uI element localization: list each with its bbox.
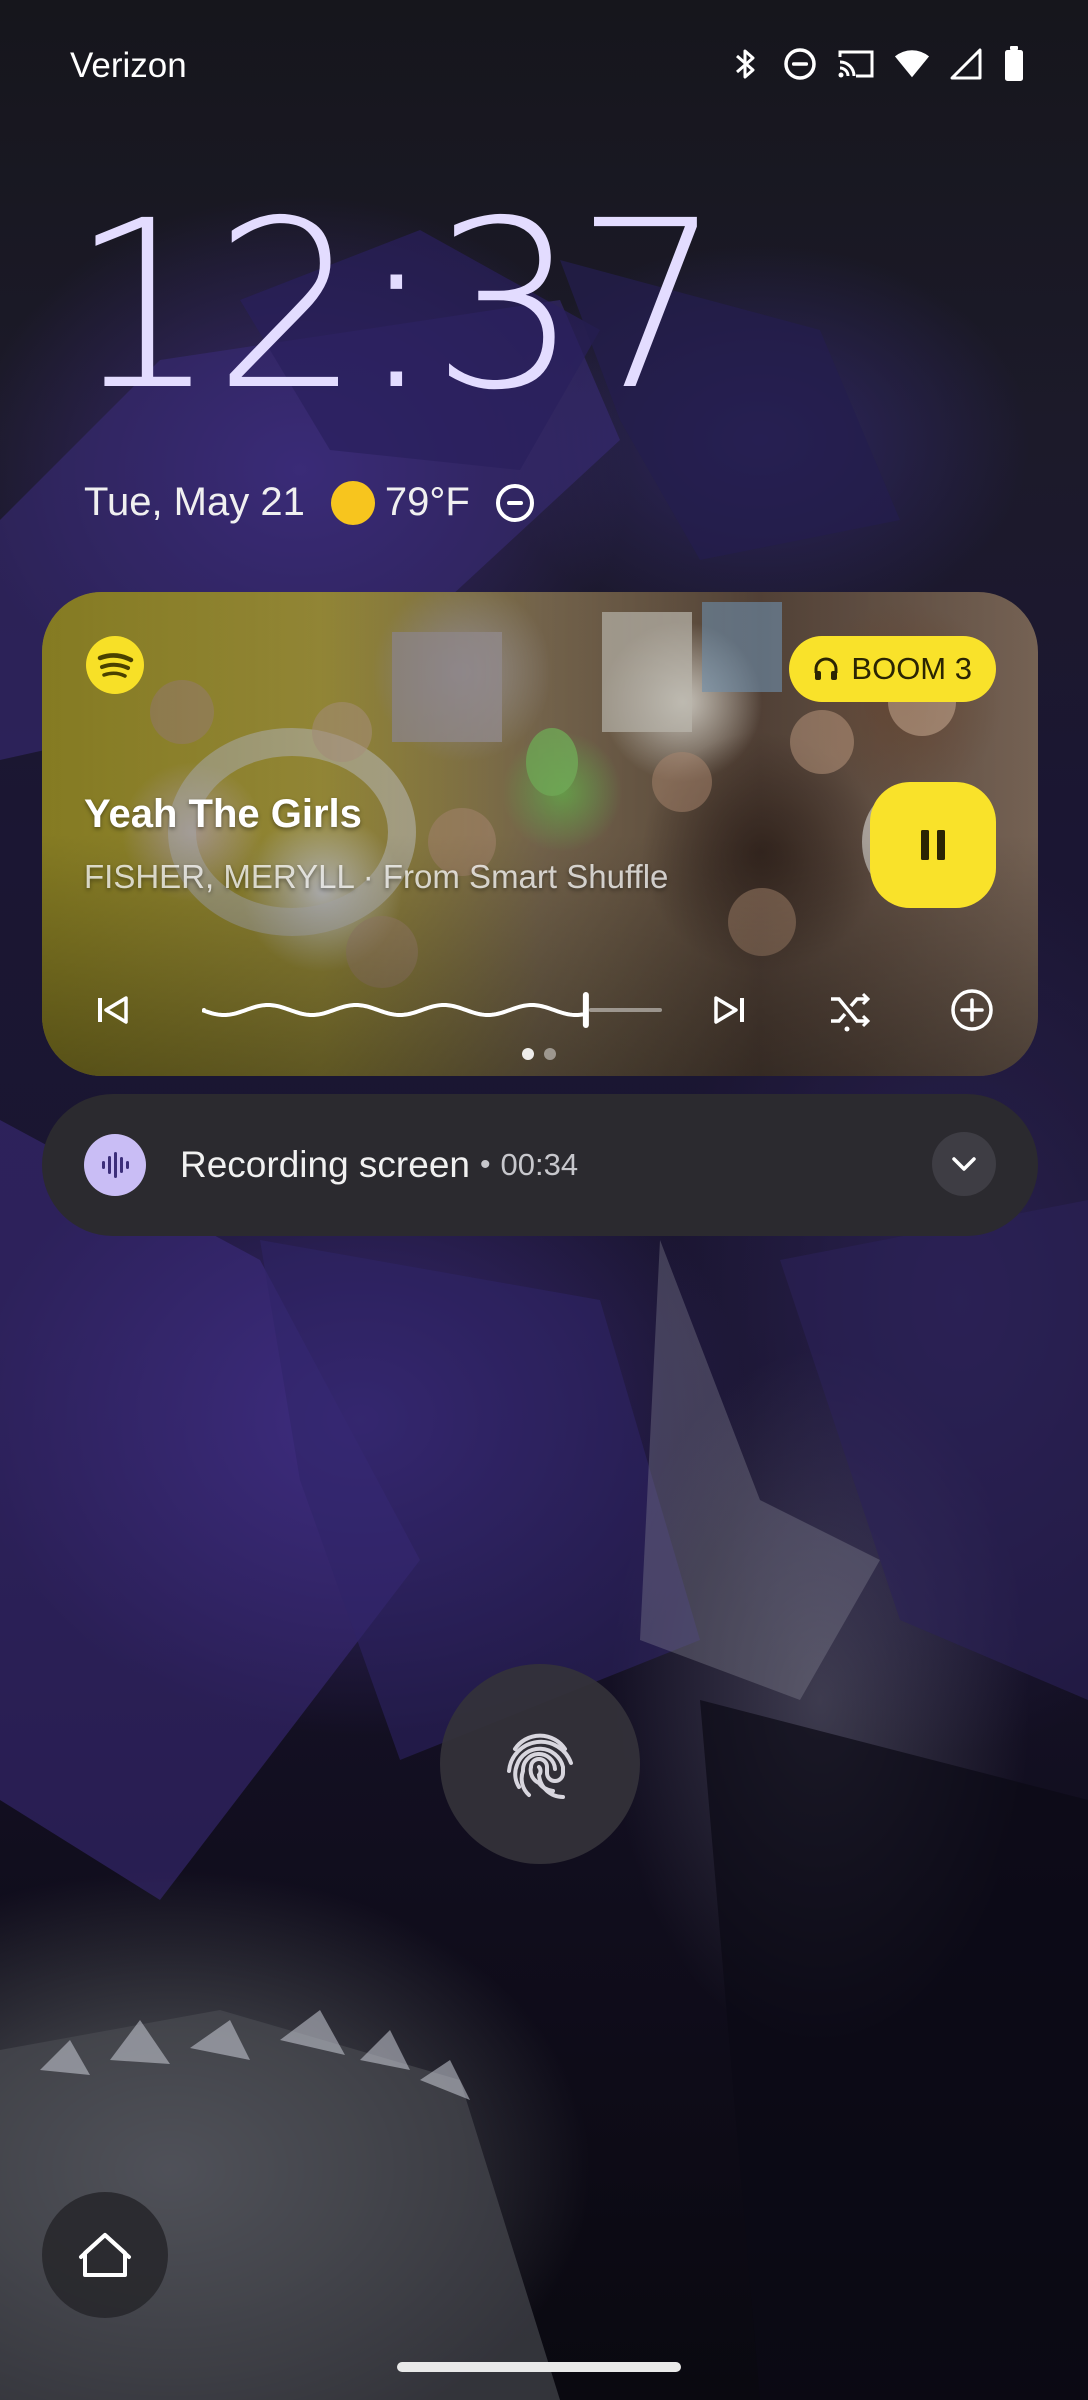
date-text: Tue, May 21 bbox=[84, 480, 305, 524]
skip-next-icon bbox=[714, 996, 744, 1024]
previous-track-button[interactable] bbox=[84, 982, 140, 1038]
sun-icon bbox=[330, 480, 375, 525]
battery-icon bbox=[1002, 46, 1026, 82]
add-to-playlist-button[interactable] bbox=[944, 982, 1000, 1038]
fingerprint-sensor[interactable] bbox=[440, 1664, 640, 1864]
temperature-text: 79°F bbox=[384, 480, 470, 524]
skip-previous-icon bbox=[98, 996, 128, 1024]
pause-button[interactable] bbox=[870, 782, 996, 908]
status-icons bbox=[728, 46, 1026, 82]
wifi-icon bbox=[894, 46, 930, 82]
track-artist: FISHER, MERYLL · From Smart Shuffle bbox=[84, 858, 669, 895]
page-dot bbox=[544, 1048, 556, 1060]
chevron-down-icon bbox=[952, 1157, 976, 1171]
output-device-chip[interactable]: BOOM 3 bbox=[789, 636, 996, 702]
sound-wave-icon bbox=[84, 1134, 146, 1196]
do-not-disturb-icon bbox=[782, 46, 818, 82]
do-not-disturb-icon bbox=[495, 483, 534, 522]
screen-recording-notification[interactable]: Recording screen • 00:34 bbox=[42, 1094, 1038, 1236]
headphones-icon bbox=[813, 656, 839, 682]
track-title: Yeah The Girls bbox=[84, 792, 362, 836]
next-track-button[interactable] bbox=[702, 982, 758, 1038]
notification-title: Recording screen bbox=[180, 1144, 470, 1185]
bluetooth-icon bbox=[728, 46, 764, 82]
gesture-navigation-bar[interactable] bbox=[397, 2362, 681, 2372]
seek-bar[interactable] bbox=[202, 980, 662, 1040]
pause-icon bbox=[921, 830, 945, 860]
date-weather-row: Tue, May 21 79°F bbox=[84, 480, 534, 525]
carrier-name: Verizon bbox=[70, 46, 187, 85]
fingerprint-icon bbox=[507, 1733, 573, 1800]
status-bar: Verizon bbox=[0, 0, 1088, 134]
lockscreen-clock: 12:37 bbox=[70, 171, 723, 441]
cellular-signal-icon bbox=[948, 46, 984, 82]
shuffle-button[interactable] bbox=[822, 982, 878, 1038]
add-circle-icon bbox=[951, 989, 993, 1031]
media-player-card[interactable]: BOOM 3 Yeah The Girls FISHER, MERYLL · F… bbox=[42, 592, 1038, 1076]
smart-shuffle-icon bbox=[831, 992, 871, 1032]
expand-notification-button[interactable] bbox=[932, 1132, 996, 1196]
home-shortcut-button[interactable] bbox=[42, 2192, 168, 2318]
home-icon bbox=[79, 2233, 131, 2277]
notification-separator: • bbox=[479, 1148, 491, 1181]
cast-icon bbox=[836, 46, 876, 82]
spotify-icon[interactable] bbox=[86, 636, 144, 694]
notification-elapsed-time: 00:34 bbox=[500, 1147, 579, 1182]
page-dot bbox=[522, 1048, 534, 1060]
media-page-indicator bbox=[522, 1048, 556, 1060]
output-device-label: BOOM 3 bbox=[851, 651, 972, 686]
